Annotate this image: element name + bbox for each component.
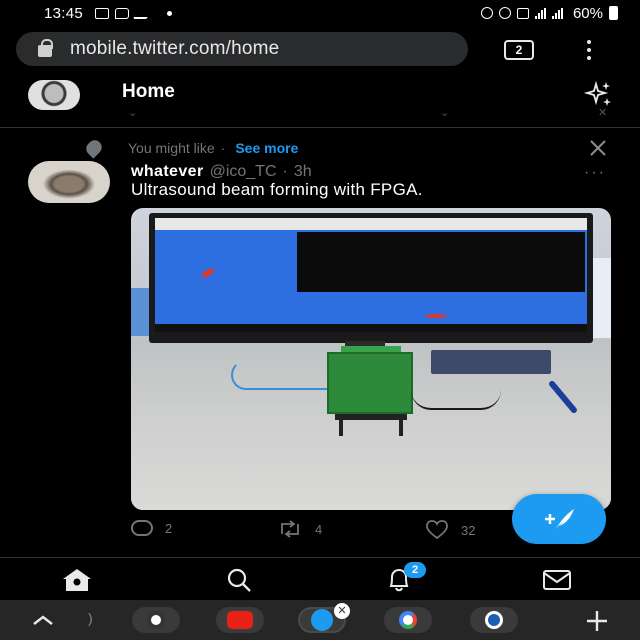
plus-icon[interactable] bbox=[584, 608, 610, 634]
monitor-screen bbox=[155, 218, 587, 332]
profile-avatar[interactable] bbox=[28, 80, 80, 110]
reply-count: 2 bbox=[165, 520, 173, 536]
status-bar: 13:45 60% bbox=[0, 0, 640, 26]
url-text: mobile.twitter.com/home bbox=[70, 38, 280, 59]
signal-icon bbox=[534, 7, 546, 19]
browser-menu-icon[interactable] bbox=[586, 40, 592, 60]
reply-button[interactable]: 2 bbox=[131, 520, 172, 536]
scroll-indicator-icon: ) bbox=[88, 610, 93, 626]
message-icon bbox=[115, 7, 130, 19]
eye-app-icon bbox=[485, 611, 503, 629]
system-taskbar: ) ✕ bbox=[0, 600, 640, 640]
address-bar[interactable]: mobile.twitter.com/home bbox=[16, 32, 468, 66]
app-shortcut-1[interactable] bbox=[132, 607, 180, 633]
author-name[interactable]: whatever bbox=[131, 163, 204, 181]
twitter-icon bbox=[311, 609, 333, 631]
google-shortcut[interactable] bbox=[384, 607, 432, 633]
reply-icon bbox=[131, 520, 153, 536]
author-handle[interactable]: @ico_TC bbox=[210, 163, 277, 181]
suggestion-label: You might like bbox=[128, 140, 215, 156]
battery-icon bbox=[609, 6, 618, 20]
notification-dot-icon bbox=[167, 10, 173, 16]
retweet-icon bbox=[281, 520, 299, 538]
dismiss-icon[interactable] bbox=[588, 138, 608, 158]
tweet-text: Ultrasound beam forming with FPGA. bbox=[131, 180, 423, 199]
swirl-app-icon bbox=[147, 611, 165, 629]
app-shortcut-5[interactable] bbox=[470, 607, 518, 633]
fpga-board bbox=[327, 352, 413, 414]
home-icon[interactable] bbox=[62, 568, 92, 592]
search-icon[interactable] bbox=[224, 568, 254, 592]
tweet-time[interactable]: 3h bbox=[294, 163, 312, 181]
retweet-count: 4 bbox=[315, 521, 323, 537]
notification-badge: 2 bbox=[404, 562, 426, 578]
youtube-shortcut[interactable] bbox=[216, 607, 264, 633]
location-pin-icon bbox=[83, 137, 105, 159]
bottom-nav: 2 bbox=[0, 557, 640, 599]
google-icon bbox=[399, 611, 417, 629]
retweet-button[interactable]: 4 bbox=[277, 520, 322, 538]
suggestion-row: You might like · See more bbox=[83, 137, 298, 159]
separator: · bbox=[282, 163, 288, 180]
tab-switcher-button[interactable]: 2 bbox=[504, 40, 534, 60]
lock-icon bbox=[38, 39, 53, 57]
twitter-shortcut[interactable]: ✕ bbox=[298, 603, 350, 633]
compose-feather-icon bbox=[545, 509, 574, 531]
tweet-image[interactable] bbox=[131, 208, 611, 510]
chevron-down-icon: ⌄ bbox=[128, 107, 138, 119]
tweet-more-button[interactable]: ··· bbox=[584, 164, 606, 182]
messages-icon[interactable] bbox=[542, 568, 572, 592]
youtube-icon bbox=[227, 611, 253, 629]
close-icon: ✕ bbox=[598, 107, 608, 119]
chevron-down-icon: ⌄ bbox=[440, 107, 450, 119]
gallery-icon bbox=[95, 7, 110, 19]
signal-2-icon bbox=[551, 7, 563, 19]
separator: · bbox=[220, 140, 226, 156]
status-time: 13:45 bbox=[44, 4, 84, 22]
see-more-link[interactable]: See more bbox=[235, 140, 298, 156]
like-button[interactable]: 32 bbox=[425, 520, 475, 540]
sparkle-icon[interactable] bbox=[582, 80, 614, 108]
tweet-author-avatar[interactable] bbox=[28, 161, 110, 203]
heart-icon bbox=[426, 520, 448, 540]
alarm-icon bbox=[498, 7, 511, 19]
close-tab-icon[interactable]: ✕ bbox=[334, 603, 350, 619]
app-header: Home ⌄ ⌄ ✕ bbox=[0, 72, 640, 119]
battery-percent: 60% bbox=[572, 4, 603, 22]
like-count: 32 bbox=[461, 522, 476, 538]
hotspot-icon bbox=[480, 7, 493, 19]
page-title: Home bbox=[122, 81, 175, 102]
tweet-header: whatever @ico_TC · 3h bbox=[131, 163, 312, 181]
divider bbox=[0, 127, 640, 128]
chevron-up-icon[interactable] bbox=[30, 612, 56, 628]
browser-toolbar: mobile.twitter.com/home 2 bbox=[0, 28, 640, 70]
missed-call-icon bbox=[133, 7, 152, 19]
compose-tweet-button[interactable] bbox=[512, 494, 606, 544]
mute-icon bbox=[516, 7, 529, 19]
